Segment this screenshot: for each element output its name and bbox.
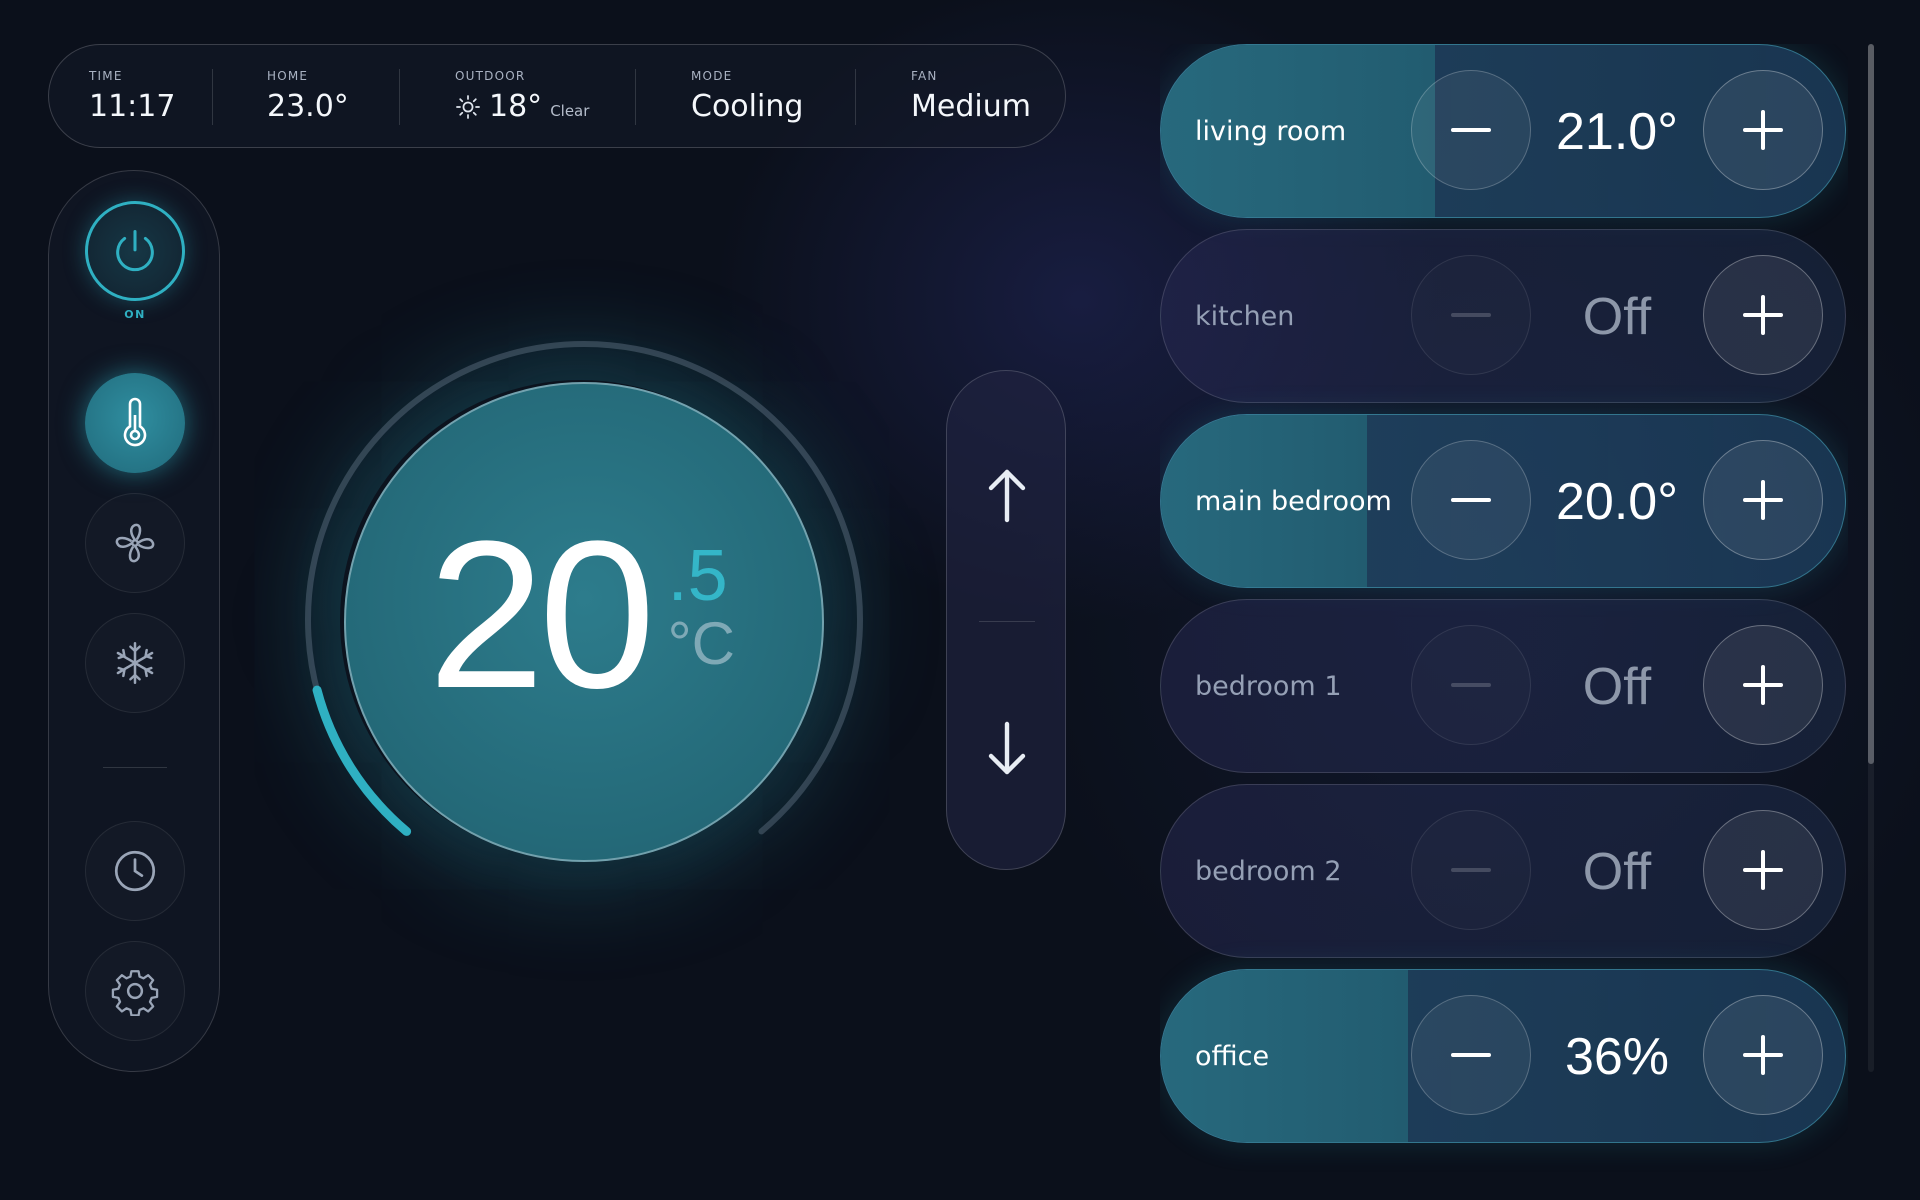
zone-decrease-button[interactable] xyxy=(1411,255,1531,375)
sun-icon xyxy=(456,94,480,119)
zone-decrease-button[interactable] xyxy=(1411,995,1531,1115)
zone-value: 36% xyxy=(1564,1028,1670,1086)
zone-row-kitchen: kitchen Off xyxy=(1160,229,1846,403)
outdoor-label: OUTDOOR xyxy=(455,69,526,83)
home-temp-value: 23.0° xyxy=(267,89,349,124)
minus-icon xyxy=(1451,313,1491,317)
clock-icon xyxy=(114,850,156,892)
fan-mode-button[interactable] xyxy=(85,493,185,593)
thermometer-icon xyxy=(123,397,147,447)
setpoint-fraction: .5 xyxy=(667,536,728,616)
fan-value: Medium xyxy=(911,89,1031,124)
zone-increase-button[interactable] xyxy=(1703,995,1823,1115)
increase-button[interactable] xyxy=(967,441,1047,551)
plus-icon xyxy=(1743,665,1783,705)
home-label: HOME xyxy=(267,69,309,83)
zone-name: living room xyxy=(1195,116,1347,147)
zone-increase-button[interactable] xyxy=(1703,255,1823,375)
fan-icon xyxy=(115,523,155,563)
setpoint-unit: °C xyxy=(667,610,735,677)
zone-list: living room 21.0° kitchen Off main bedro… xyxy=(1160,44,1848,1200)
minus-icon xyxy=(1451,1053,1491,1057)
zone-list-scrollbar[interactable] xyxy=(1868,44,1874,1072)
outdoor-stat: OUTDOOR 18° Clear xyxy=(455,69,589,124)
status-divider xyxy=(635,69,636,125)
minus-icon xyxy=(1451,128,1491,132)
zone-decrease-button[interactable] xyxy=(1411,70,1531,190)
power-state-label: ON xyxy=(124,308,146,321)
zone-row-main-bedroom: main bedroom 20.0° xyxy=(1160,414,1846,588)
zone-name: kitchen xyxy=(1195,301,1295,332)
rail-divider xyxy=(103,767,167,768)
zone-increase-button[interactable] xyxy=(1703,70,1823,190)
time-label: TIME xyxy=(89,69,123,83)
zone-row-bedroom-1: bedroom 1 Off xyxy=(1160,599,1846,773)
zone-value: Off xyxy=(1582,843,1652,901)
thermostat-mode-button[interactable] xyxy=(85,373,185,473)
status-divider xyxy=(399,69,400,125)
minus-icon xyxy=(1451,683,1491,687)
zone-value: Off xyxy=(1582,658,1652,716)
zone-name: main bedroom xyxy=(1195,486,1392,517)
zone-decrease-button[interactable] xyxy=(1411,625,1531,745)
zone-name: bedroom 1 xyxy=(1195,671,1342,702)
outdoor-condition: Clear xyxy=(550,102,590,120)
zone-increase-button[interactable] xyxy=(1703,625,1823,745)
fan-label: FAN xyxy=(911,69,938,83)
plus-icon xyxy=(1743,295,1783,335)
time-value: 11:17 xyxy=(89,89,176,124)
settings-button[interactable] xyxy=(85,941,185,1041)
minus-icon xyxy=(1451,498,1491,502)
scrollbar-thumb[interactable] xyxy=(1868,44,1874,764)
plus-icon xyxy=(1743,110,1783,150)
gear-icon xyxy=(111,970,159,1016)
thermostat-app: TIME 11:17 HOME 23.0° OUTDOOR 18° Clear … xyxy=(0,0,1920,1200)
schedule-button[interactable] xyxy=(85,821,185,921)
time-stat: TIME 11:17 xyxy=(89,69,175,124)
adjuster-divider xyxy=(979,621,1035,622)
mode-stat: MODE Cooling xyxy=(691,69,803,124)
zone-decrease-button[interactable] xyxy=(1411,440,1531,560)
status-bar: TIME 11:17 HOME 23.0° OUTDOOR 18° Clear … xyxy=(48,44,1066,148)
thermostat-dial[interactable]: 20 .5 °C xyxy=(280,320,880,920)
home-stat: HOME 23.0° xyxy=(267,69,349,124)
arrow-up-icon xyxy=(988,469,1026,523)
arrow-down-icon xyxy=(988,721,1026,775)
fan-stat: FAN Medium xyxy=(911,69,1031,124)
zone-row-living-room: living room 21.0° xyxy=(1160,44,1846,218)
decrease-button[interactable] xyxy=(967,693,1047,803)
setpoint-adjuster xyxy=(946,370,1066,870)
setpoint-whole: 20 xyxy=(428,497,656,732)
plus-icon xyxy=(1743,480,1783,520)
plus-icon xyxy=(1743,1035,1783,1075)
zone-increase-button[interactable] xyxy=(1703,810,1823,930)
zone-value: 20.0° xyxy=(1555,473,1678,531)
minus-icon xyxy=(1451,868,1491,872)
outdoor-temp-value: 18° xyxy=(489,89,543,124)
mode-value: Cooling xyxy=(691,89,804,124)
plus-icon xyxy=(1743,850,1783,890)
snowflake-icon xyxy=(116,641,154,685)
cool-mode-button[interactable] xyxy=(85,613,185,713)
zone-increase-button[interactable] xyxy=(1703,440,1823,560)
mode-rail: ON xyxy=(48,170,220,1072)
power-icon xyxy=(116,229,154,272)
zone-decrease-button[interactable] xyxy=(1411,810,1531,930)
status-divider xyxy=(212,69,213,125)
zone-row-bedroom-2: bedroom 2 Off xyxy=(1160,784,1846,958)
zone-row-office: office 36% xyxy=(1160,969,1846,1143)
zone-value: Off xyxy=(1582,288,1652,346)
status-divider xyxy=(855,69,856,125)
setpoint-readout: 20 .5 °C xyxy=(428,510,735,720)
power-button[interactable] xyxy=(85,201,185,301)
zone-name: office xyxy=(1195,1041,1270,1072)
mode-label: MODE xyxy=(691,69,733,83)
zone-value: 21.0° xyxy=(1555,103,1678,161)
zone-name: bedroom 2 xyxy=(1195,856,1342,887)
